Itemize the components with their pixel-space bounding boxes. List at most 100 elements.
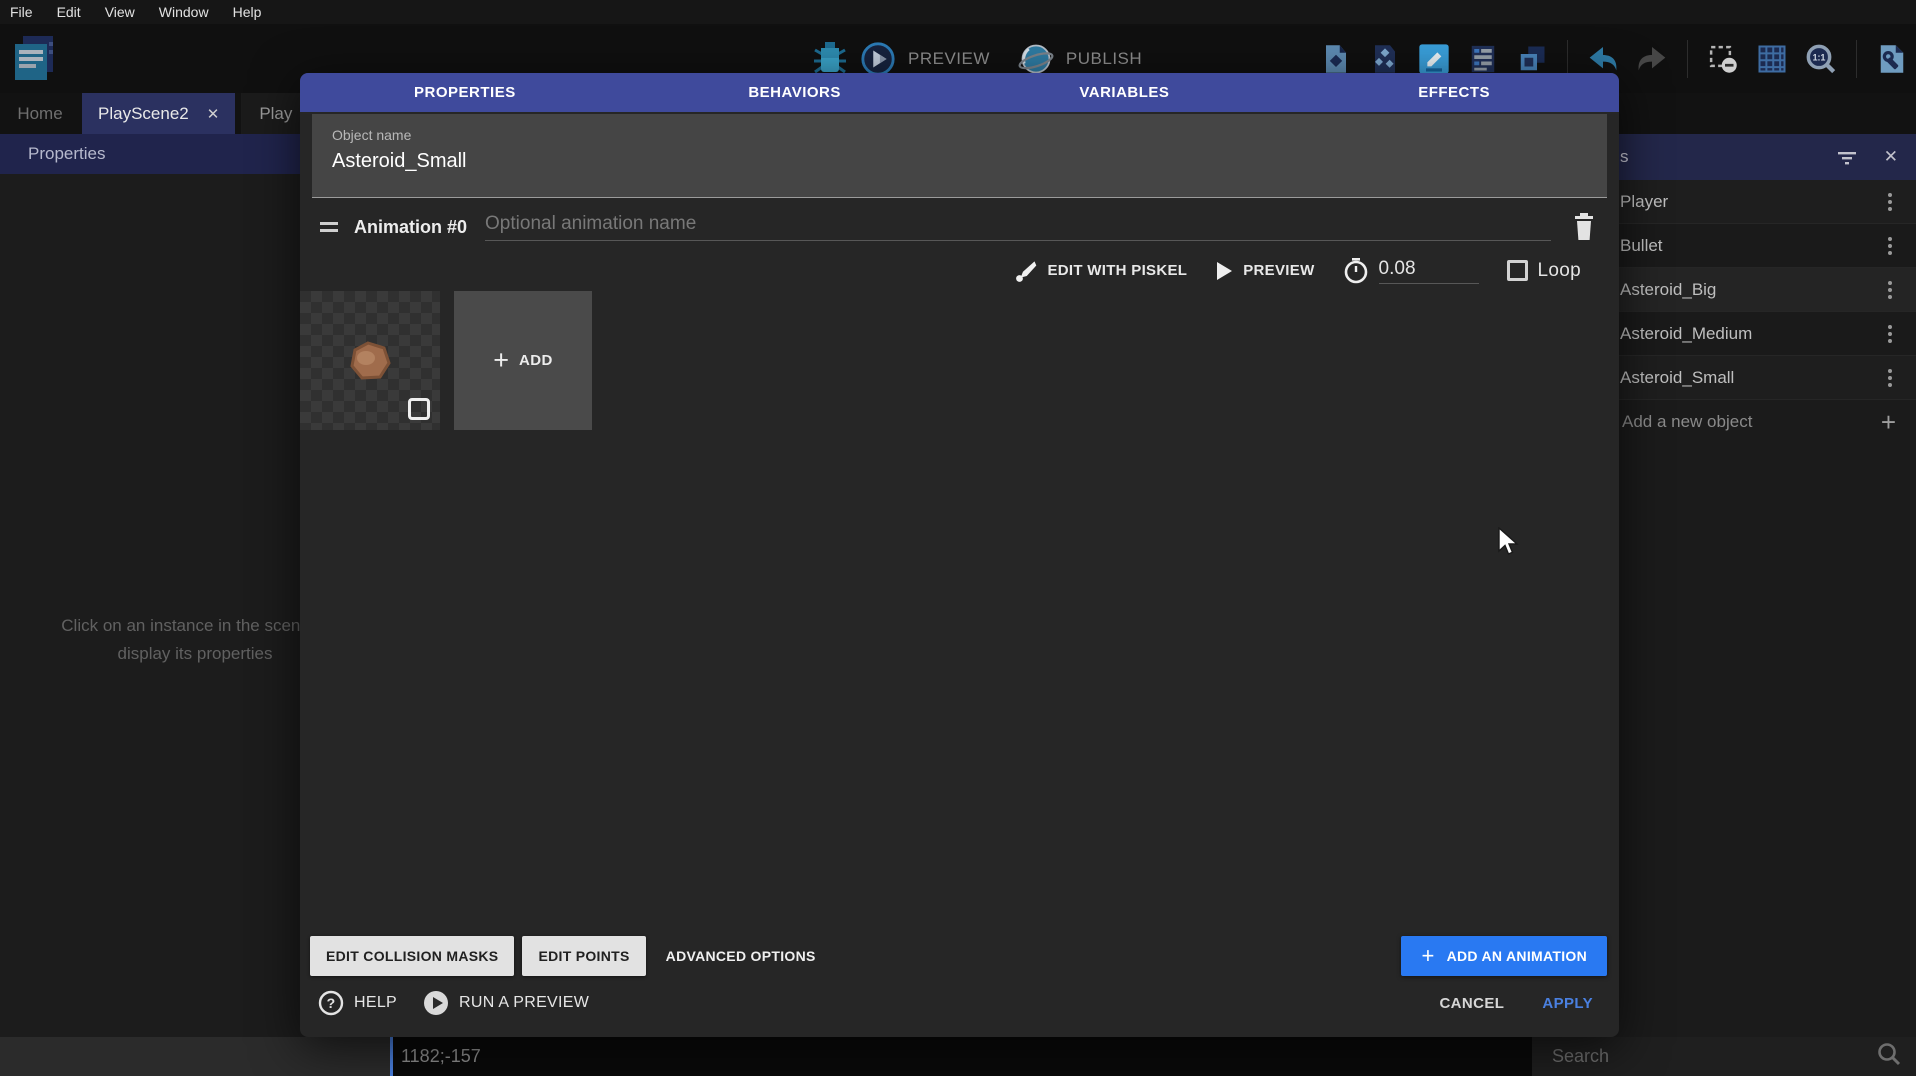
animation-name-field[interactable] [485,213,1551,241]
project-manager-icon[interactable] [12,34,58,87]
dialog-tab-bar: PROPERTIESBEHAVIORSVARIABLESEFFECTS [300,73,1619,112]
loop-checkbox[interactable] [1507,260,1528,281]
add-object-label: Add a new object [1622,412,1881,432]
app-window: File Edit View Window Help [0,0,1916,1076]
frame-checkbox[interactable] [408,398,430,420]
edit-collision-masks-button[interactable]: EDIT COLLISION MASKS [310,936,514,976]
advanced-options-button[interactable]: ADVANCED OPTIONS [654,936,828,976]
time-between-frames-group [1343,257,1479,285]
kebab-menu-icon[interactable] [1888,332,1892,336]
menu-item[interactable]: Edit [57,4,81,20]
preview-animation-button[interactable]: PREVIEW [1215,261,1314,281]
animation-title: Animation #0 [354,217,467,238]
delete-selection-icon[interactable] [1705,41,1741,77]
object-name-label: Asteroid_Medium [1620,324,1888,344]
object-name-field[interactable] [332,150,1532,173]
cursor-coordinates: 1182;-157 [390,1037,1532,1076]
objects-list: Player Bullet Asteroid_Big Asteroid_Medi… [1590,180,1916,400]
animation-tools-row: EDIT WITH PISKEL PREVIEW Loop [300,250,1619,291]
menu-item[interactable]: View [105,4,135,20]
help-icon: ? [318,990,344,1016]
status-bar: 1182;-157 [0,1037,1916,1076]
play-icon [1215,261,1233,281]
kebab-menu-icon[interactable] [1888,244,1892,248]
properties-panel-title: Properties [28,144,105,164]
edit-scene-icon[interactable] [1416,41,1452,77]
toolbar-separator [1687,40,1688,78]
object-list-item[interactable]: Player [1590,180,1916,224]
status-bar-left [0,1037,390,1076]
dialog-tab[interactable]: BEHAVIORS [630,73,960,112]
object-name-label: Asteroid_Small [1620,368,1888,388]
add-frame-button[interactable]: + ADD [454,291,592,430]
animation-header-row: Animation #0 [300,204,1619,250]
edit-points-button[interactable]: EDIT POINTS [522,936,645,976]
kebab-menu-icon[interactable] [1888,200,1892,204]
object-list-item[interactable]: Bullet [1590,224,1916,268]
events-sheet-icon[interactable] [1465,41,1501,77]
object-list-item[interactable]: Asteroid_Small [1590,356,1916,400]
dialog-tab[interactable]: EFFECTS [1289,73,1619,112]
search-input[interactable] [1552,1046,1876,1067]
menu-item[interactable]: File [10,4,33,20]
kebab-menu-icon[interactable] [1888,288,1892,292]
toolbar-separator [1856,40,1857,78]
objects-panel-header: s ✕ [1590,134,1916,180]
menu-item[interactable]: Help [233,4,262,20]
publish-label[interactable]: PUBLISH [1066,49,1142,69]
search-bar[interactable] [1532,1037,1916,1076]
instances-list-icon[interactable] [1367,41,1403,77]
object-name-label: Player [1620,192,1888,212]
toolbar-separator [1567,40,1568,78]
add-object-row[interactable]: Add a new object + [1590,400,1916,444]
edit-with-piskel-button[interactable]: EDIT WITH PISKEL [1013,259,1187,283]
object-list-item[interactable]: Asteroid_Big [1590,268,1916,312]
object-name-card: Object name [312,114,1607,198]
objects-editor-icon[interactable] [1318,41,1354,77]
dialog-tab[interactable]: VARIABLES [960,73,1290,112]
objects-panel-title: s [1620,147,1629,167]
play-circle-icon [423,990,449,1016]
add-animation-button[interactable]: + ADD AN ANIMATION [1401,936,1607,976]
preview-label[interactable]: PREVIEW [908,49,990,69]
tab-home[interactable]: Home [0,93,80,134]
preview-icon[interactable] [860,41,896,77]
object-name-label: Bullet [1620,236,1888,256]
plus-icon[interactable]: + [1881,407,1896,438]
undo-icon[interactable] [1585,41,1621,77]
close-icon[interactable]: ✕ [207,105,220,123]
run-a-preview-button[interactable]: RUN A PREVIEW [423,990,589,1016]
redo-icon[interactable] [1634,41,1670,77]
frame-thumbnail[interactable] [300,291,440,430]
zoom-1-1-icon[interactable]: 1:1 [1803,41,1839,77]
search-icon[interactable] [1876,1041,1902,1072]
time-between-frames-field[interactable] [1379,258,1479,284]
dialog-tab[interactable]: PROPERTIES [300,73,630,112]
loop-toggle[interactable]: Loop [1507,260,1581,282]
scene-setup-icon[interactable] [1874,41,1910,77]
object-editor-dialog: PROPERTIESBEHAVIORSVARIABLESEFFECTS Obje… [300,73,1619,1037]
dialog-action-row: EDIT COLLISION MASKS EDIT POINTS ADVANCE… [300,933,1619,979]
timer-icon [1343,257,1369,285]
dialog-footer: ? HELP RUN A PREVIEW CANCEL APPLY [300,979,1619,1037]
delete-animation-icon[interactable] [1571,212,1597,242]
apply-button[interactable]: APPLY [1542,995,1593,1012]
brush-icon [1013,259,1037,283]
grid-icon[interactable] [1754,41,1790,77]
help-button[interactable]: ? HELP [318,990,397,1016]
tab-playscene2[interactable]: PlayScene2 ✕ [82,93,235,134]
drag-handle-icon[interactable] [320,222,338,232]
kebab-menu-icon[interactable] [1888,376,1892,380]
filter-icon[interactable] [1836,149,1858,165]
menu-item[interactable]: Window [159,4,209,20]
layers-icon[interactable] [1514,41,1550,77]
loop-label: Loop [1538,260,1581,282]
close-panel-icon[interactable]: ✕ [1884,147,1898,167]
debugger-icon[interactable] [812,41,848,77]
cancel-button[interactable]: CANCEL [1439,995,1504,1012]
animation-frames-row: + ADD [300,291,1619,430]
plus-icon: + [493,345,509,376]
object-list-item[interactable]: Asteroid_Medium [1590,312,1916,356]
mouse-cursor-icon [1497,527,1521,564]
publish-icon[interactable] [1018,41,1054,77]
